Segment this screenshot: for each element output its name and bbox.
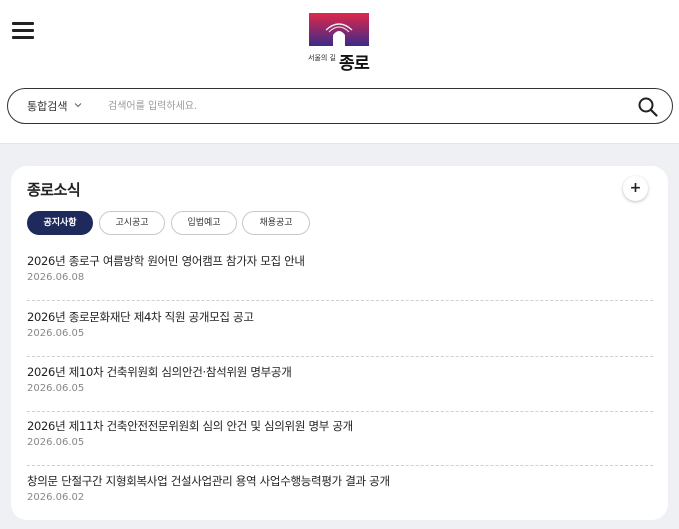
news-item-date: 2026.06.05	[27, 383, 85, 394]
tab-announcements[interactable]: 고시공고	[99, 211, 165, 235]
chevron-down-icon[interactable]	[74, 101, 82, 109]
search-input[interactable]	[108, 97, 608, 115]
news-item-title[interactable]: 2026년 종로문화재단 제4차 직원 공개모집 공고	[27, 309, 254, 325]
logo-title: 종로	[339, 54, 370, 74]
news-item[interactable]: 2026년 종로문화재단 제4차 직원 공개모집 공고 2026.06.05	[27, 301, 653, 357]
search-icon[interactable]	[637, 96, 659, 118]
news-item[interactable]: 창의문 단절구간 지형회복사업 건설사업관리 용역 사업수행능력평가 결과 공개…	[27, 465, 653, 521]
menu-bar	[12, 36, 34, 39]
news-item[interactable]: 2026년 종로구 여름방학 원어민 영어캠프 참가자 모집 안내 2026.0…	[27, 245, 653, 301]
hamburger-menu-icon[interactable]	[12, 22, 34, 39]
jongno-gate-logo-icon	[309, 13, 369, 46]
news-item-title[interactable]: 2026년 제11차 건축안전전문위원회 심의 안건 및 심의위원 명부 공개	[27, 418, 353, 434]
site-logo[interactable]: 서울의 길 종로	[308, 13, 370, 75]
news-item-date: 2026.06.02	[27, 492, 85, 503]
menu-bar	[12, 29, 34, 32]
logo-subtitle: 서울의 길	[308, 54, 336, 62]
news-item-title[interactable]: 창의문 단절구간 지형회복사업 건설사업관리 용역 사업수행능력평가 결과 공개	[27, 473, 390, 489]
news-item-date: 2026.06.08	[27, 272, 85, 283]
news-item-title[interactable]: 2026년 제10차 건축위원회 심의안건·참석위원 명부공개	[27, 364, 292, 380]
site-header: 서울의 길 종로 통합검색	[0, 0, 679, 144]
menu-bar	[12, 22, 34, 25]
news-section-title: 종로소식	[27, 181, 81, 199]
tab-notices[interactable]: 공지사항	[27, 211, 93, 235]
news-item-title[interactable]: 2026년 종로구 여름방학 원어민 영어캠프 참가자 모집 안내	[27, 253, 305, 269]
news-card: 종로소식 + 공지사항 고시공고 입법예고 채용공고 2026년 종로구 여름방…	[11, 166, 668, 520]
search-bar: 통합검색	[7, 88, 673, 124]
news-item[interactable]: 2026년 제11차 건축안전전문위원회 심의 안건 및 심의위원 명부 공개 …	[27, 410, 653, 466]
news-item-date: 2026.06.05	[27, 437, 85, 448]
more-button[interactable]: +	[623, 176, 648, 201]
search-scope-select[interactable]: 통합검색	[27, 98, 67, 114]
news-item-date: 2026.06.05	[27, 328, 85, 339]
tab-recruitment[interactable]: 채용공고	[242, 211, 310, 235]
news-item[interactable]: 2026년 제10차 건축위원회 심의안건·참석위원 명부공개 2026.06.…	[27, 356, 653, 412]
tab-legislation-notice[interactable]: 입법예고	[171, 211, 237, 235]
